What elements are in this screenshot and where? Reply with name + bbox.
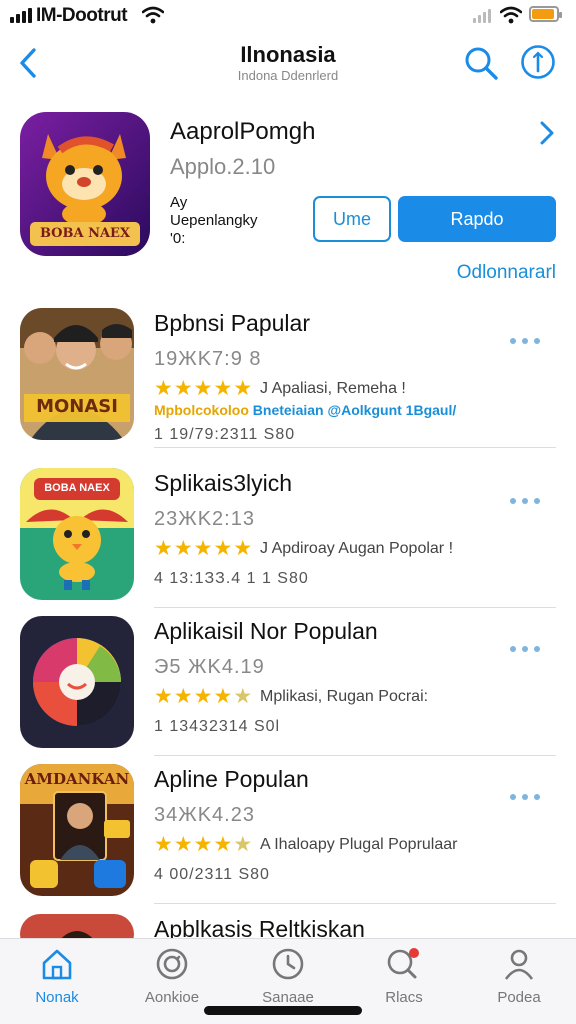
developer-line-2: Uepenlangky — [170, 212, 258, 229]
refresh-icon — [156, 948, 188, 980]
featured-app-developer: Ay Uepenlangky '0: — [170, 194, 258, 248]
star-icon: ★ — [173, 377, 193, 400]
star-icon: ★ — [154, 537, 173, 560]
battery-level — [532, 9, 554, 19]
list-item[interactable]: BOBA NAEX Splikais3lyich 23ЖK2:13 ★ ★ ★ ★ ★ … — [0, 460, 576, 608]
app-name: Aplikaisil Nor Populan — [154, 618, 378, 644]
navigation-bar: Ilnonasia Indona Ddenrlerd — [0, 32, 576, 100]
clock-icon — [272, 948, 304, 980]
star-icon: ★ — [193, 833, 213, 856]
star-icon: ★ — [193, 537, 213, 560]
app-icon-lettering: AMDANKAN — [24, 770, 130, 788]
developer-line-3: '0: — [170, 230, 186, 247]
featured-icon-lettering: BOBA NAEX — [39, 226, 131, 241]
more-options-button[interactable] — [506, 494, 544, 508]
divider — [154, 447, 556, 448]
chevron-right-icon[interactable] — [538, 120, 556, 146]
app-name: Splikais3lyich — [154, 470, 293, 496]
app-size: 4 00/2311 S80 — [154, 866, 270, 883]
app-icon[interactable] — [20, 616, 134, 748]
star-icon: ★ — [213, 685, 233, 708]
get-app-button[interactable]: Rapdo — [398, 196, 556, 242]
more-options-button[interactable] — [506, 642, 544, 656]
home-indicator — [204, 1006, 362, 1015]
search-icon — [387, 948, 419, 979]
app-tags: Mpbolcokoloo Bneteiaian @Aolkgunt 1Bgaul… — [154, 402, 456, 418]
app-name: Bpbnsi Papular — [154, 310, 310, 336]
more-options-button[interactable] — [506, 790, 544, 804]
app-icon-lettering: BOBA NAEX — [44, 482, 110, 494]
app-tag-blue: Bneteiaian @Aolkgunt 1Bgaul/ — [252, 402, 457, 418]
divider — [154, 903, 556, 904]
featured-app-title: AaprolPomgh — [170, 118, 316, 145]
tab-search[interactable]: Rlacs — [356, 947, 452, 1017]
app-icon[interactable]: BOBA NAEX — [20, 468, 134, 600]
featured-app-version: Applo.2.10 — [170, 154, 276, 179]
app-code: 19ЖK7:9 8 — [154, 348, 262, 370]
list-item[interactable]: MONASI Bpbnsi Papular 19ЖK7:9 8 ★ ★ ★ ★ ★ J … — [0, 300, 576, 448]
star-icon: ★ — [154, 833, 173, 856]
star-icon: ★ — [213, 377, 233, 400]
app-code: 34ЖK4.23 — [154, 804, 255, 826]
app-icon[interactable]: AMDANKAN — [20, 764, 134, 896]
app-description: A Ihaloapy Plugal Poprulaar — [260, 836, 458, 853]
rating-stars: ★ ★ ★ ★ ★ — [154, 686, 252, 708]
home-icon — [42, 949, 72, 980]
secondary-action-button[interactable]: Ume — [313, 196, 391, 242]
wifi-icon — [500, 6, 522, 24]
star-icon: ★ — [233, 377, 253, 400]
star-icon: ★ — [193, 685, 213, 708]
info-icon[interactable] — [520, 44, 556, 80]
wifi-icon — [142, 6, 164, 24]
star-icon: ★ — [154, 685, 173, 708]
featured-app-icon[interactable]: BOBA NAEX — [20, 112, 150, 256]
tab-label: Sanaae — [262, 989, 314, 1006]
app-description: J Apdiroay Augan Popolar ! — [260, 540, 454, 557]
list-item[interactable]: Aplikaisil Nor Populan Э5 ЖK4.19 ★ ★ ★ ★ ★ M… — [0, 608, 576, 756]
app-size: 1 19/79:2311 S80 — [154, 426, 296, 443]
app-name: Apline Populan — [154, 766, 309, 792]
star-icon: ★ — [173, 685, 193, 708]
rating-stars: ★ ★ ★ ★ ★ — [154, 834, 252, 856]
rating-stars: ★ ★ ★ ★ ★ — [154, 378, 252, 400]
status-bar: IM-Dootrut — [0, 0, 576, 32]
battery-icon — [529, 6, 562, 22]
person-icon — [504, 949, 534, 980]
tab-profile[interactable]: Podea — [471, 947, 567, 1017]
app-icon-lettering: MONASI — [36, 396, 118, 417]
more-options-button[interactable] — [506, 334, 544, 348]
star-icon: ★ — [193, 377, 213, 400]
star-icon: ★ — [154, 377, 173, 400]
tab-label: Aonkioe — [144, 989, 200, 1006]
star-icon: ★ — [213, 833, 233, 856]
star-icon: ★ — [213, 537, 233, 560]
list-item[interactable]: AMDANKAN Apline Populan 34ЖK4.23 ★ ★ ★ ★ ★ A… — [0, 756, 576, 904]
tab-label: Nonak — [35, 989, 79, 1006]
half-star-icon: ★ — [233, 833, 253, 856]
star-icon: ★ — [173, 537, 193, 560]
app-tag-yellow: Mpbolcokoloo — [154, 402, 249, 418]
notification-badge — [409, 948, 419, 958]
tab-label: Podea — [497, 989, 541, 1006]
app-description: J Apaliasi, Remeha ! — [260, 380, 406, 397]
app-icon[interactable]: MONASI — [20, 308, 134, 440]
app-size: 4 13:1ЗЗ.4 1 1 S80 — [154, 570, 309, 587]
half-star-icon: ★ — [233, 685, 253, 708]
secondary-signal-icon — [473, 9, 491, 23]
cellular-signal-icon — [10, 8, 32, 23]
app-description: Mplikasi, Rugan Pocrai: — [260, 688, 429, 705]
featured-app-card[interactable]: BOBA NAEX AaprolPomgh Applo.2.10 Ay Uepe… — [0, 110, 576, 290]
carrier-name: IM-Dootrut — [36, 5, 128, 26]
star-icon: ★ — [173, 833, 193, 856]
app-size: 1 13432314 S0l — [154, 718, 281, 735]
app-code: Э5 ЖK4.19 — [154, 656, 265, 678]
developer-line-1: Ay — [170, 194, 188, 211]
app-code: 23ЖK2:13 — [154, 508, 255, 530]
featured-details-link[interactable]: Odlonnararl — [457, 262, 556, 284]
star-icon: ★ — [233, 537, 253, 560]
tab-label: Rlacs — [385, 989, 423, 1006]
tab-home[interactable]: Nonak — [9, 947, 105, 1017]
rating-stars: ★ ★ ★ ★ ★ — [154, 538, 252, 560]
search-icon[interactable] — [462, 44, 500, 82]
